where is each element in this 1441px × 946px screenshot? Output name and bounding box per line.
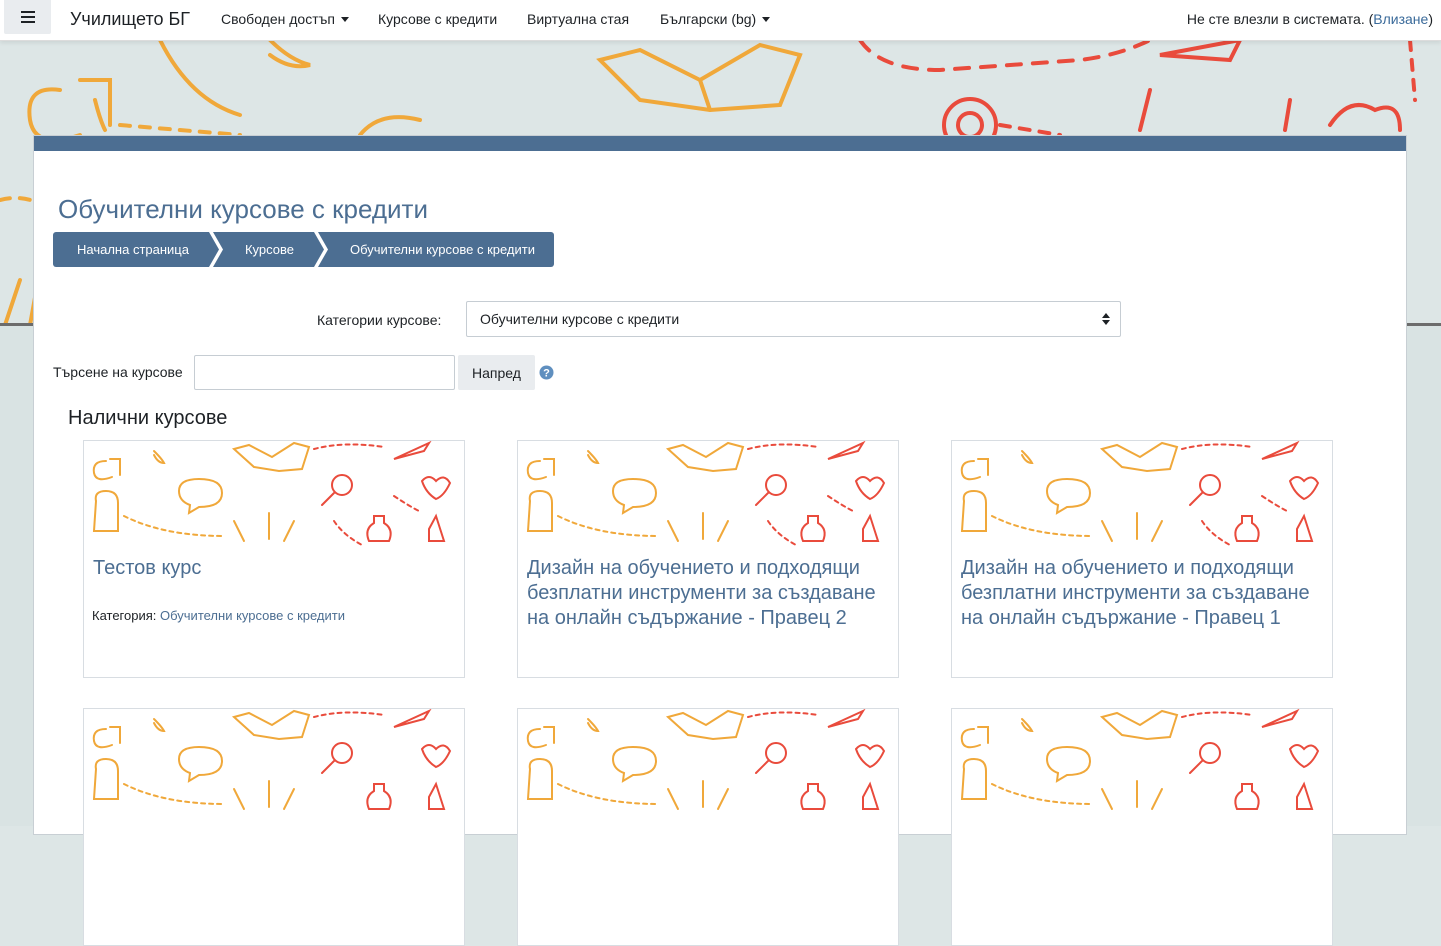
course-thumbnail xyxy=(84,709,464,817)
breadcrumb-home[interactable]: Начална страница xyxy=(53,232,223,267)
site-brand[interactable]: Училището БГ xyxy=(70,9,190,30)
course-thumbnail xyxy=(952,441,1332,549)
course-name-link[interactable]: Дизайн на обучението и подходящи безплат… xyxy=(961,556,1321,631)
login-info: Не сте влезли в системата. (Влизане) xyxy=(1187,11,1433,27)
category-label: Категории курсове: xyxy=(317,312,442,328)
caret-down-icon xyxy=(762,17,771,22)
language-menu[interactable]: Български (bg) xyxy=(660,11,771,27)
course-search-input[interactable] xyxy=(194,355,455,390)
login-status-close: ) xyxy=(1428,11,1433,27)
course-name-link[interactable]: Тестов курс xyxy=(93,556,453,581)
page-header-strip xyxy=(34,136,1406,151)
nav-free-access[interactable]: Свободен достъп xyxy=(221,11,349,27)
main-content: Обучителни курсове с кредити Начална стр… xyxy=(33,135,1407,946)
select-arrows-icon xyxy=(1102,313,1110,325)
course-category-link[interactable]: Обучителни курсове с кредити xyxy=(160,608,345,623)
breadcrumb-separator-icon xyxy=(208,232,223,267)
breadcrumb-separator-icon xyxy=(314,232,329,267)
top-navbar: Училището БГ Свободен достъп Курсове с к… xyxy=(0,0,1441,41)
category-select[interactable]: Обучителни курсове с кредити xyxy=(466,301,1121,337)
nav-virtual-room[interactable]: Виртуална стая xyxy=(527,11,629,27)
course-doodle-image xyxy=(526,709,886,810)
nav-credit-courses[interactable]: Курсове с кредити xyxy=(378,11,497,27)
help-icon[interactable]: ? xyxy=(539,365,554,380)
hamburger-icon xyxy=(20,11,35,23)
breadcrumb-courses[interactable]: Курсове xyxy=(212,232,329,267)
course-thumbnail xyxy=(952,709,1332,817)
available-courses-heading: Налични курсове xyxy=(68,407,228,429)
course-card[interactable]: Дизайн на обучението и подходящи безплат… xyxy=(517,440,899,678)
breadcrumb: Начална страница Курсове Обучителни курс… xyxy=(53,232,554,267)
caret-down-icon xyxy=(340,17,349,22)
svg-text:?: ? xyxy=(543,368,550,380)
course-category-label: Категория: xyxy=(92,608,157,623)
course-thumbnail xyxy=(84,441,464,549)
login-link[interactable]: Влизане xyxy=(1373,11,1428,27)
breadcrumb-current-label: Обучителни курсове с кредити xyxy=(350,242,535,257)
course-card[interactable] xyxy=(951,708,1333,946)
course-doodle-image xyxy=(92,441,452,547)
search-label: Търсене на курсове xyxy=(53,364,183,380)
course-card[interactable] xyxy=(517,708,899,946)
course-card[interactable] xyxy=(83,708,465,946)
login-status-text: Не сте влезли в системата. ( xyxy=(1186,11,1374,27)
course-doodle-image xyxy=(526,441,886,547)
breadcrumb-current[interactable]: Обучителни курсове с кредити xyxy=(318,232,554,267)
category-select-value: Обучителни курсове с кредити xyxy=(480,311,680,327)
course-doodle-image xyxy=(960,709,1320,810)
hamburger-menu-button[interactable] xyxy=(4,0,51,34)
breadcrumb-home-label: Начална страница xyxy=(77,242,189,257)
course-card[interactable]: Дизайн на обучението и подходящи безплат… xyxy=(951,440,1333,678)
course-name-link[interactable]: Дизайн на обучението и подходящи безплат… xyxy=(527,556,887,631)
course-doodle-image xyxy=(960,441,1320,547)
page-title: Обучителни курсове с кредити xyxy=(58,194,428,224)
course-category: Категория: Обучителни курсове с кредити xyxy=(92,608,345,623)
language-label: Български (bg) xyxy=(660,11,757,27)
course-thumbnail xyxy=(518,709,898,817)
search-go-button[interactable]: Напред xyxy=(458,355,535,390)
course-card[interactable]: Тестов курс Категория: Обучителни курсов… xyxy=(83,440,465,678)
nav-free-access-label: Свободен достъп xyxy=(221,11,335,27)
breadcrumb-courses-label: Курсове xyxy=(244,242,295,257)
course-doodle-image xyxy=(92,709,452,810)
course-thumbnail xyxy=(518,441,898,549)
